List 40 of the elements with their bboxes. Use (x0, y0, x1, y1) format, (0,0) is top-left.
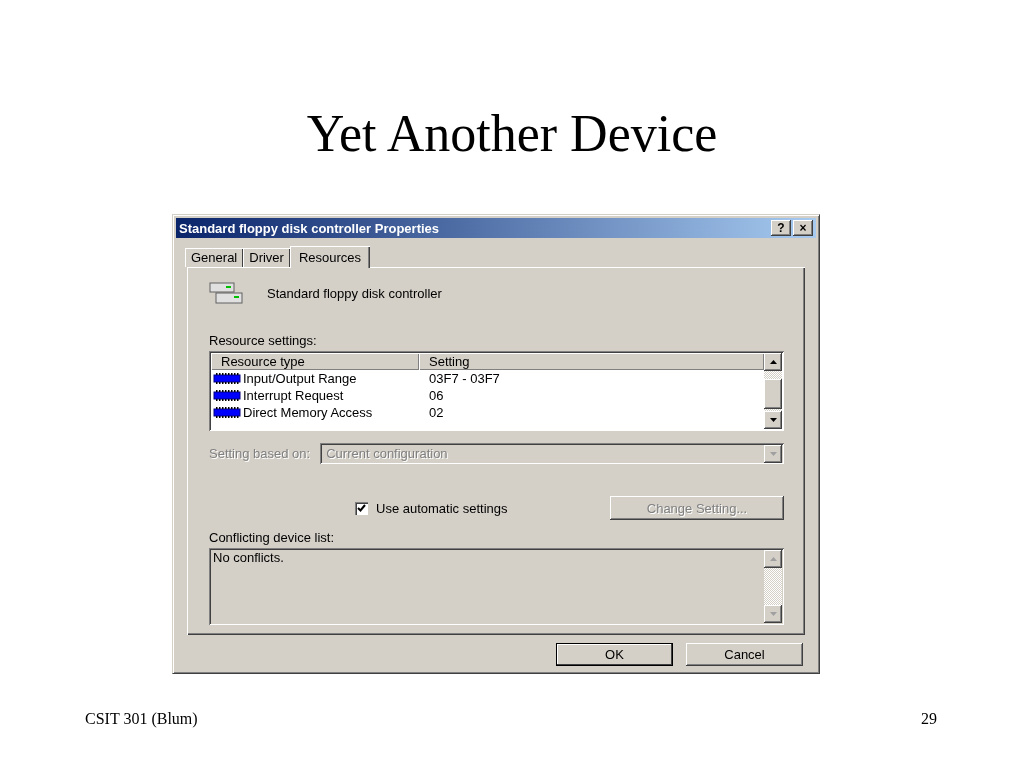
drives-icon (209, 281, 243, 305)
checkbox[interactable] (355, 501, 368, 515)
window-title: Standard floppy disk controller Properties (179, 220, 441, 236)
tab[interactable]: Driver (243, 248, 290, 267)
conflict-text: No conflicts. (212, 550, 285, 565)
tab[interactable]: General (185, 248, 244, 267)
arrow-down-icon (769, 418, 777, 422)
chip-icon (213, 407, 241, 418)
device-name: Standard floppy disk controller (267, 285, 442, 301)
arrow-up-icon (769, 557, 777, 561)
tab[interactable]: Resources (289, 246, 371, 268)
resource-settings-label: Resource settings: (209, 333, 318, 348)
cancel-button[interactable]: Cancel (686, 643, 803, 666)
page-number: 29 (921, 710, 937, 728)
caret-icon (769, 451, 777, 456)
column-header[interactable]: Resource type (211, 353, 419, 370)
scroll-up-button[interactable] (764, 550, 782, 568)
resource-setting: 02 (428, 405, 444, 420)
scroll-up-button[interactable] (764, 353, 782, 371)
scroll-down-button[interactable] (764, 411, 782, 429)
setting-based-on-label: Setting based on: (209, 446, 311, 461)
chip-icon (213, 373, 241, 384)
arrow-down-icon (769, 612, 777, 616)
column-header[interactable]: Setting (419, 353, 764, 370)
footer-text: CSIT 301 (Blum) (85, 710, 198, 728)
resource-setting: 06 (428, 388, 444, 403)
resource-type: Direct Memory Access (243, 405, 373, 420)
resource-setting: 03F7 - 03F7 (428, 371, 500, 386)
help-button[interactable]: ? (771, 220, 791, 236)
arrow-up-icon (769, 360, 777, 364)
resource-type: Interrupt Request (243, 388, 344, 403)
close-button[interactable]: × (793, 220, 813, 236)
chip-icon (213, 390, 241, 401)
automatic-settings-label: Use automatic settings (376, 500, 508, 516)
conflicts-label: Conflicting device list: (209, 530, 335, 545)
resource-type: Input/Output Range (243, 371, 357, 386)
ok-button[interactable]: OK (556, 643, 673, 666)
scroll-down-button[interactable] (764, 605, 782, 623)
scroll-thumb[interactable] (764, 379, 782, 409)
slide-title: Yet Another Device (306, 108, 718, 160)
